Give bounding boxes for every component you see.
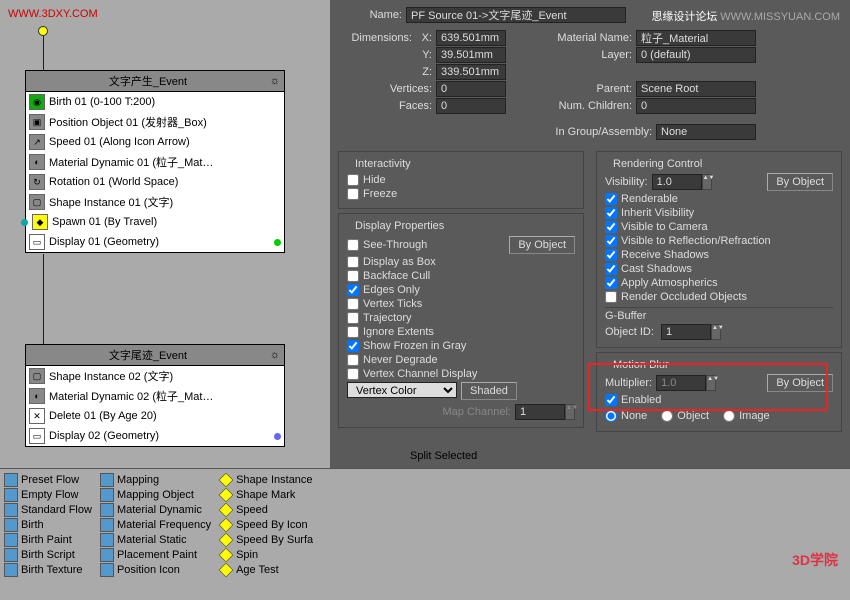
mb-none[interactable] [605,410,617,422]
objectid[interactable] [661,324,711,340]
palette-item[interactable]: Shape Mark [219,488,313,502]
vtick-check[interactable] [347,298,359,310]
occluded-check[interactable] [605,291,617,303]
palette-item[interactable]: Standard Flow [4,503,92,517]
mb-image[interactable] [723,410,735,422]
ignore-ext-check[interactable] [347,326,359,338]
vertexcolor-select[interactable]: Vertex Color [347,382,457,398]
palette-item[interactable]: Placement Paint [100,548,211,562]
operators-palette[interactable]: Preset FlowEmpty FlowStandard FlowBirthB… [0,468,850,600]
dim-z[interactable] [436,64,506,80]
interactivity-group: Interactivity Hide Freeze [338,151,584,209]
birth-icon[interactable]: ◉ [29,94,45,110]
spawn-icon[interactable]: ◆ [32,214,48,230]
palette-item[interactable]: Speed By Icon [219,518,313,532]
atmos-check[interactable] [605,277,617,289]
dim-x[interactable] [436,30,506,46]
palette-item[interactable]: Birth Texture [4,563,92,577]
byobject-btn1[interactable]: By Object [509,236,575,254]
palette-item[interactable]: Material Frequency [100,518,211,532]
freeze-check[interactable] [347,188,359,200]
edges-check[interactable] [347,284,359,296]
palette-item[interactable]: Empty Flow [4,488,92,502]
material-icon[interactable]: ◐ [29,154,45,170]
material-icon[interactable]: ◐ [29,388,45,404]
rendering-control-group: Rendering Control Visibility:▲▼By Object… [596,151,842,348]
group[interactable] [656,124,756,140]
node2-title[interactable]: 文字尾迹_Event☼ [26,345,284,366]
node1-title[interactable]: 文字产生_Event☼ [26,71,284,92]
watermark-forum: 思缘设计论坛 WWW.MISSYUAN.COM [651,8,840,24]
vis-camera-check[interactable] [605,221,617,233]
visibility[interactable] [652,174,702,190]
palette-item[interactable]: Shape Instance [219,473,313,487]
vis-refl-check[interactable] [605,235,617,247]
palette-item[interactable]: Mapping [100,473,211,487]
num-children[interactable] [636,98,756,114]
mb-object[interactable] [661,410,673,422]
palette-item[interactable]: Mapping Object [100,488,211,502]
position-icon[interactable]: ▣ [29,114,45,130]
faces[interactable] [436,98,506,114]
hide-check[interactable] [347,174,359,186]
showfrozen-check[interactable] [347,340,359,352]
delete-icon[interactable]: ✕ [29,408,45,424]
shape-icon[interactable]: ▢ [29,368,45,384]
neverdegrade-check[interactable] [347,354,359,366]
renderable-check[interactable] [605,193,617,205]
watermark-url: WWW.3DXY.COM [8,8,98,20]
vertices[interactable] [436,81,506,97]
mapchannel[interactable] [515,404,565,420]
backface-check[interactable] [347,270,359,282]
palette-item[interactable]: Material Static [100,533,211,547]
palette-item[interactable]: Spin [219,548,313,562]
recv-shadow-check[interactable] [605,249,617,261]
trajectory-check[interactable] [347,312,359,324]
palette-item[interactable]: Position Icon [100,563,211,577]
shaded-btn[interactable]: Shaded [461,382,517,400]
palette-item[interactable]: Birth Script [4,548,92,562]
lamp-icon: ☼ [270,75,280,87]
inherit-vis-check[interactable] [605,207,617,219]
shape-icon[interactable]: ▢ [29,194,45,210]
cast-shadow-check[interactable] [605,263,617,275]
spinner-icon[interactable]: ▲▼ [565,404,575,420]
highlight-box [588,363,828,411]
event-node-1[interactable]: 文字产生_Event☼ ◉Birth 01 (0-100 T:200) ▣Pos… [25,70,285,253]
material-name[interactable] [636,30,756,46]
node-connector[interactable] [38,26,48,36]
event-node-2[interactable]: 文字尾迹_Event☼ ▢Shape Instance 02 (文字) ◐Mat… [25,344,285,447]
layer[interactable] [636,47,756,63]
split-selected-label: Split Selected [410,450,477,462]
display-icon[interactable]: ▭ [29,428,45,444]
particle-view-canvas[interactable]: 文字产生_Event☼ ◉Birth 01 (0-100 T:200) ▣Pos… [0,0,330,465]
name-field[interactable] [406,7,626,23]
palette-item[interactable]: Speed By Surfa [219,533,313,547]
palette-item[interactable]: Material Dynamic [100,503,211,517]
dim-y[interactable] [436,47,506,63]
watermark-academy: 3D学院 [792,550,838,570]
seethrough-check[interactable] [347,239,359,251]
speed-icon[interactable]: ↗ [29,134,45,150]
display-icon[interactable]: ▭ [29,234,45,250]
vcd-check[interactable] [347,368,359,380]
palette-item[interactable]: Age Test [219,563,313,577]
palette-item[interactable]: Preset Flow [4,473,92,487]
palette-item[interactable]: Birth Paint [4,533,92,547]
parent[interactable] [636,81,756,97]
byobject-btn2[interactable]: By Object [767,173,833,191]
palette-item[interactable]: Birth [4,518,92,532]
rotation-icon[interactable]: ↻ [29,174,45,190]
lamp-icon: ☼ [270,349,280,361]
displaybox-check[interactable] [347,256,359,268]
display-properties-group: Display Properties See-ThroughBy Object … [338,213,584,428]
palette-item[interactable]: Speed [219,503,313,517]
